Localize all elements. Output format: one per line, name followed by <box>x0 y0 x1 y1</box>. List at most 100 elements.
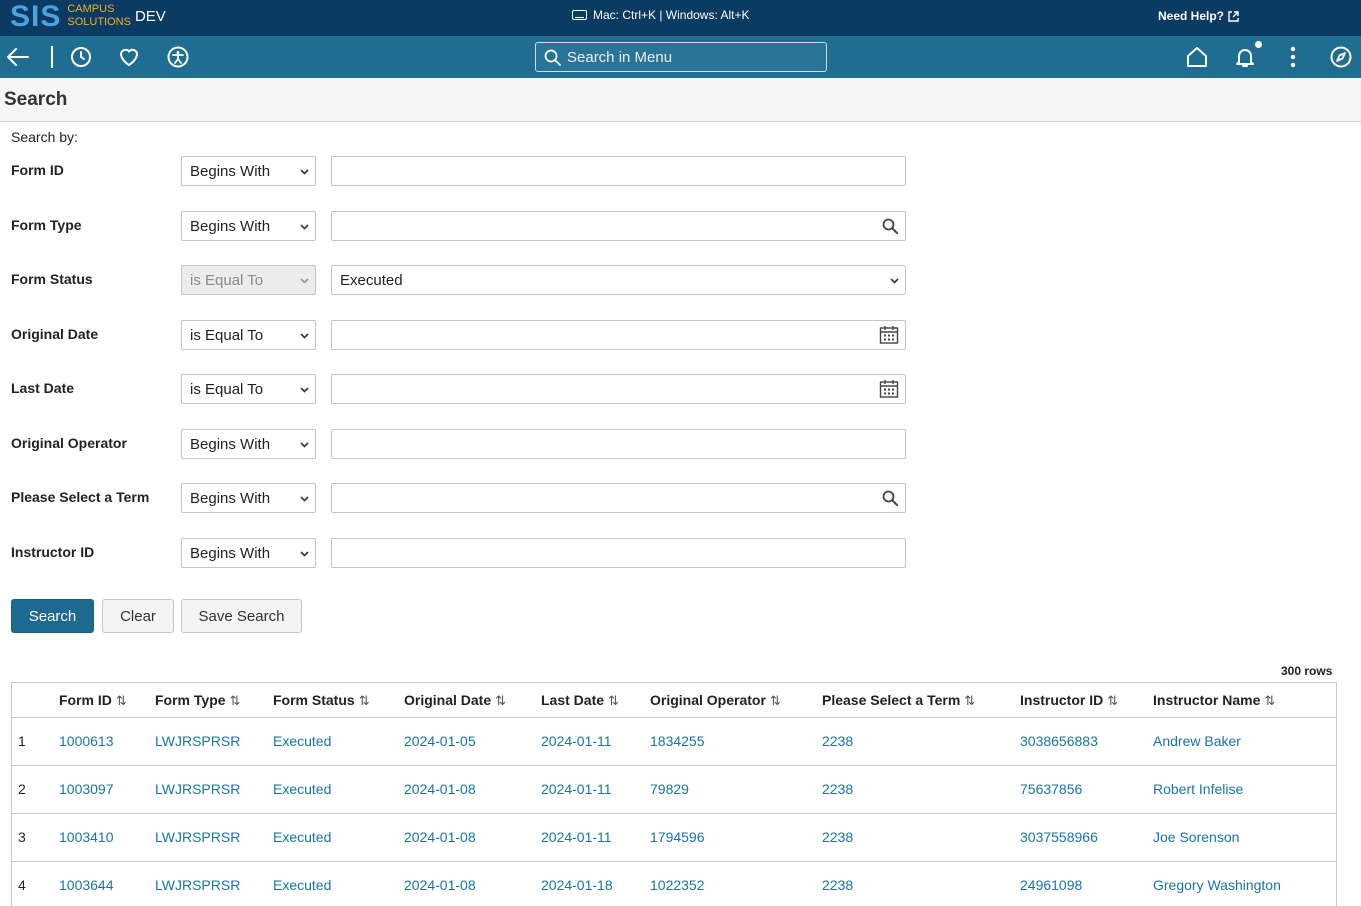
column-header-label: Please Select a Term <box>822 692 961 708</box>
form-id-cell-link[interactable]: 1003410 <box>59 829 114 845</box>
sort-icon[interactable]: ⇅ <box>1107 693 1118 708</box>
form-type-operator-select[interactable]: Begins With <box>181 211 316 241</box>
original-operator-cell-link[interactable]: 1794596 <box>650 829 705 845</box>
environment-label: DEV <box>134 8 166 25</box>
keyboard-icon <box>572 10 587 20</box>
sort-icon[interactable]: ⇅ <box>608 693 619 708</box>
form-type-input[interactable] <box>331 211 906 241</box>
original-date-cell-link[interactable]: 2024-01-08 <box>404 829 476 845</box>
heart-icon[interactable] <box>117 45 141 69</box>
form-status-value: Executed <box>340 271 403 289</box>
nav-bar <box>0 36 1361 78</box>
instructor-id-cell-link[interactable]: 3038656883 <box>1020 733 1098 749</box>
accessibility-icon[interactable] <box>166 45 190 69</box>
clock-icon[interactable] <box>69 45 93 69</box>
column-header-form-status[interactable]: Form Status ⇅ <box>273 692 370 709</box>
search-icon[interactable] <box>881 217 899 235</box>
sort-icon[interactable]: ⇅ <box>116 693 127 708</box>
search-button[interactable]: Search <box>11 599 94 633</box>
last-date-operator-select[interactable]: is Equal To <box>181 374 316 404</box>
original-operator-cell-link[interactable]: 79829 <box>650 781 689 797</box>
last-date-cell-link[interactable]: 2024-01-18 <box>541 877 613 893</box>
form-id-operator-select[interactable]: Begins With <box>181 156 316 186</box>
last-date-input[interactable] <box>331 374 906 404</box>
term-cell-link[interactable]: 2238 <box>822 781 853 797</box>
form-status-cell-link[interactable]: Executed <box>273 781 331 797</box>
original-date-operator-select[interactable]: is Equal To <box>181 320 316 350</box>
form-type-cell-link[interactable]: LWJRSPRSR <box>155 781 240 797</box>
original-operator-input[interactable] <box>331 429 906 459</box>
term-input[interactable] <box>331 483 906 513</box>
menu-search-box[interactable] <box>535 42 827 72</box>
original-date-cell-link[interactable]: 2024-01-05 <box>404 733 476 749</box>
column-header-label: Form Type <box>155 692 226 708</box>
original-date-cell-link[interactable]: 2024-01-08 <box>404 781 476 797</box>
table-row: 4 1003644 LWJRSPRSR Executed 2024-01-08 2024-… <box>12 862 1336 906</box>
column-header-last-date[interactable]: Last Date ⇅ <box>541 692 619 709</box>
term-operator-select[interactable]: Begins With <box>181 483 316 513</box>
term-cell-link[interactable]: 2238 <box>822 877 853 893</box>
last-date-cell-link[interactable]: 2024-01-11 <box>541 829 612 845</box>
column-header-term[interactable]: Please Select a Term ⇅ <box>822 692 975 709</box>
save-search-button[interactable]: Save Search <box>181 599 302 633</box>
sort-icon[interactable]: ⇅ <box>359 693 370 708</box>
instructor-id-operator-select[interactable]: Begins With <box>181 538 316 568</box>
instructor-name-cell-link[interactable]: Andrew Baker <box>1153 733 1241 749</box>
instructor-id-cell-link[interactable]: 3037558966 <box>1020 829 1098 845</box>
form-id-cell-link[interactable]: 1000613 <box>59 733 114 749</box>
instructor-name-cell-link[interactable]: Gregory Washington <box>1153 877 1281 893</box>
form-type-cell-link[interactable]: LWJRSPRSR <box>155 733 240 749</box>
instructor-id-cell-link[interactable]: 24961098 <box>1020 877 1082 893</box>
column-header-instructor-name[interactable]: Instructor Name ⇅ <box>1153 692 1275 709</box>
sort-icon[interactable]: ⇅ <box>230 693 241 708</box>
original-date-cell-link[interactable]: 2024-01-08 <box>404 877 476 893</box>
sort-icon[interactable]: ⇅ <box>1264 693 1275 708</box>
home-icon[interactable] <box>1185 45 1209 69</box>
form-type-cell-link[interactable]: LWJRSPRSR <box>155 829 240 845</box>
search-icon[interactable] <box>881 489 899 507</box>
back-arrow-icon[interactable] <box>6 45 30 69</box>
form-id-input[interactable] <box>331 156 906 186</box>
compass-icon[interactable] <box>1329 45 1353 69</box>
original-operator-cell-link[interactable]: 1834255 <box>650 733 705 749</box>
instructor-id-input[interactable] <box>331 538 906 568</box>
calendar-icon[interactable] <box>879 325 899 345</box>
clear-button[interactable]: Clear <box>102 599 174 633</box>
sort-icon[interactable]: ⇅ <box>495 693 506 708</box>
need-help-link[interactable]: Need Help? <box>1158 9 1239 23</box>
instructor-name-cell-link[interactable]: Robert Infelise <box>1153 781 1243 797</box>
kebab-icon[interactable] <box>1281 45 1305 69</box>
last-date-cell-link[interactable]: 2024-01-11 <box>541 733 612 749</box>
column-header-instructor-id[interactable]: Instructor ID ⇅ <box>1020 692 1118 709</box>
column-header-form-id[interactable]: Form ID ⇅ <box>59 692 127 709</box>
form-id-cell-link[interactable]: 1003644 <box>59 877 114 893</box>
form-status-cell-link[interactable]: Executed <box>273 877 331 893</box>
form-type-cell-link[interactable]: LWJRSPRSR <box>155 877 240 893</box>
original-operator-operator-select[interactable]: Begins With <box>181 429 316 459</box>
term-cell-link[interactable]: 2238 <box>822 829 853 845</box>
sort-icon[interactable]: ⇅ <box>964 693 975 708</box>
column-header-original-operator[interactable]: Original Operator ⇅ <box>650 692 781 709</box>
column-header-form-type[interactable]: Form Type ⇅ <box>155 692 240 709</box>
bell-icon[interactable] <box>1233 45 1257 69</box>
chevron-down-icon <box>890 278 899 284</box>
need-help-label: Need Help? <box>1158 9 1225 23</box>
search-icon <box>544 49 561 66</box>
column-header-original-date[interactable]: Original Date ⇅ <box>404 692 506 709</box>
last-date-cell-link[interactable]: 2024-01-11 <box>541 781 612 797</box>
original-date-input[interactable] <box>331 320 906 350</box>
sort-icon[interactable]: ⇅ <box>770 693 781 708</box>
instructor-name-cell-link[interactable]: Joe Sorenson <box>1153 829 1239 845</box>
form-id-cell-link[interactable]: 1003097 <box>59 781 114 797</box>
original-operator-cell-link[interactable]: 1022352 <box>650 877 705 893</box>
calendar-icon[interactable] <box>879 379 899 399</box>
term-cell-link[interactable]: 2238 <box>822 733 853 749</box>
menu-search-input[interactable] <box>567 48 807 66</box>
chevron-down-icon <box>300 224 309 230</box>
instructor-id-cell-link[interactable]: 75637856 <box>1020 781 1082 797</box>
form-status-cell-link[interactable]: Executed <box>273 733 331 749</box>
form-status-cell-link[interactable]: Executed <box>273 829 331 845</box>
search-by-label: Search by: <box>11 129 78 145</box>
nav-divider <box>51 46 53 68</box>
form-status-select[interactable]: Executed <box>331 265 906 295</box>
